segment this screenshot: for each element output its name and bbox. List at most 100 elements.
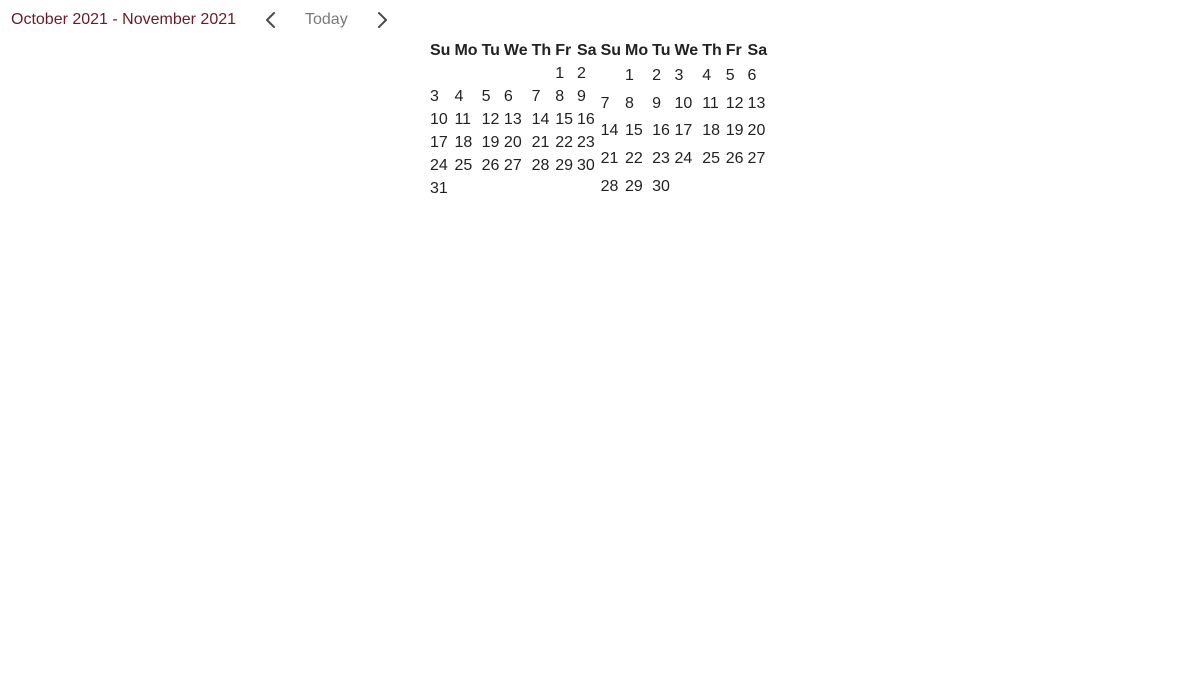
day-cell[interactable]: 9 <box>650 90 672 118</box>
week-row: 28 29 30 <box>599 172 770 200</box>
day-cell[interactable]: 27 <box>502 154 530 177</box>
day-cell[interactable]: 13 <box>746 90 770 118</box>
day-cell[interactable]: 3 <box>672 62 700 90</box>
next-button[interactable] <box>370 8 394 32</box>
weekday-label: Su <box>430 42 451 59</box>
day-cell[interactable]: 19 <box>480 131 502 154</box>
empty-day-cell <box>553 177 575 200</box>
day-cell[interactable]: 21 <box>530 131 554 154</box>
calendar-months: Su Mo Tu We Th Fr Sa 1 2 3 4 5 6 7 8 9 10 11 12 13 14 15 16 17… <box>428 39 769 200</box>
day-cell[interactable]: 29 <box>553 154 575 177</box>
day-cell[interactable]: 27 <box>746 145 770 173</box>
weekday-label: Fr <box>725 42 742 59</box>
day-cell[interactable]: 25 <box>700 145 724 173</box>
day-cell[interactable]: 13 <box>502 108 530 131</box>
day-cell[interactable]: 28 <box>599 172 623 200</box>
day-cell[interactable]: 14 <box>530 108 554 131</box>
day-cell[interactable]: 30 <box>650 172 672 200</box>
date-range-title: October 2021 - November 2021 <box>11 11 237 28</box>
day-cell[interactable]: 16 <box>650 117 672 145</box>
day-cell[interactable]: 5 <box>480 85 502 108</box>
empty-day-cell <box>428 62 452 85</box>
empty-day-cell <box>672 172 700 200</box>
week-row: 21 22 23 24 25 26 27 <box>599 145 770 173</box>
chevron-right-icon <box>378 12 387 28</box>
day-cell[interactable]: 12 <box>480 108 502 131</box>
day-cell[interactable]: 24 <box>428 154 452 177</box>
day-cell[interactable]: 4 <box>700 62 724 90</box>
weekday-label: Fr <box>555 42 572 59</box>
day-cell[interactable]: 20 <box>746 117 770 145</box>
empty-day-cell <box>502 177 530 200</box>
day-cell[interactable]: 11 <box>452 108 479 131</box>
day-cell[interactable]: 31 <box>428 177 452 200</box>
day-cell[interactable]: 15 <box>553 108 575 131</box>
day-cell[interactable]: 22 <box>623 145 650 173</box>
day-cell[interactable]: 18 <box>700 117 724 145</box>
day-cell[interactable]: 24 <box>672 145 700 173</box>
day-cell[interactable]: 23 <box>575 131 599 154</box>
day-cell[interactable]: 10 <box>672 90 700 118</box>
week-row: 24 25 26 27 28 29 30 <box>428 154 599 177</box>
week-row: 3456789 <box>428 85 599 108</box>
previous-button[interactable] <box>259 8 283 32</box>
day-cell[interactable]: 1 <box>553 62 575 85</box>
day-cell[interactable]: 4 <box>452 85 479 108</box>
weekday-label: Mo <box>454 42 478 59</box>
empty-day-cell <box>746 172 770 200</box>
day-cell[interactable]: 19 <box>724 117 746 145</box>
weekday-label: Mo <box>625 42 649 59</box>
empty-day-cell <box>530 62 554 85</box>
weekday-header-row: Su Mo Tu We Th Fr Sa <box>428 39 599 62</box>
day-cell[interactable]: 26 <box>480 154 502 177</box>
month-grid-november: Su Mo Tu We Th Fr Sa 1 2 3 4 5 6 7 8 9 10 11 12 13 14 15 16 17… <box>599 39 770 200</box>
week-row: 14 15 16 17 18 19 20 <box>599 117 770 145</box>
today-button[interactable]: Today <box>305 11 348 29</box>
empty-day-cell <box>530 177 554 200</box>
day-cell[interactable]: 6 <box>502 85 530 108</box>
day-cell[interactable]: 23 <box>650 145 672 173</box>
day-cell[interactable]: 18 <box>452 131 479 154</box>
day-cell[interactable]: 25 <box>452 154 479 177</box>
day-cell[interactable]: 12 <box>724 90 746 118</box>
day-cell[interactable]: 7 <box>599 90 623 118</box>
day-cell[interactable]: 8 <box>553 85 575 108</box>
day-cell[interactable]: 1 <box>623 62 650 90</box>
day-cell[interactable]: 9 <box>575 85 599 108</box>
empty-day-cell <box>452 62 479 85</box>
empty-day-cell <box>480 62 502 85</box>
day-cell[interactable]: 7 <box>530 85 554 108</box>
day-cell[interactable]: 8 <box>623 90 650 118</box>
day-cell[interactable]: 17 <box>428 131 452 154</box>
day-cell[interactable]: 30 <box>575 154 599 177</box>
empty-day-cell <box>480 177 502 200</box>
day-cell[interactable]: 22 <box>553 131 575 154</box>
day-cell[interactable]: 28 <box>530 154 554 177</box>
empty-day-cell <box>575 177 599 200</box>
day-cell[interactable]: 2 <box>575 62 599 85</box>
empty-day-cell <box>452 177 479 200</box>
day-cell[interactable]: 6 <box>746 62 770 90</box>
weekday-label: Su <box>600 42 622 59</box>
day-cell[interactable]: 10 <box>428 108 452 131</box>
day-cell[interactable]: 21 <box>599 145 623 173</box>
week-row: 123456 <box>599 62 770 90</box>
day-cell[interactable]: 11 <box>700 90 724 118</box>
weekday-label: We <box>674 42 699 59</box>
empty-day-cell <box>724 172 746 200</box>
weekday-label: Sa <box>747 42 768 59</box>
day-cell[interactable]: 5 <box>724 62 746 90</box>
weekday-label: Sa <box>576 42 597 59</box>
day-cell[interactable]: 3 <box>428 85 452 108</box>
day-cell[interactable]: 17 <box>672 117 700 145</box>
day-cell[interactable]: 26 <box>724 145 746 173</box>
month-grid-october: Su Mo Tu We Th Fr Sa 1 2 3 4 5 6 7 8 9 10 11 12 13 14 15 16 17… <box>428 39 599 200</box>
day-cell[interactable]: 2 <box>650 62 672 90</box>
chevron-left-icon <box>266 12 275 28</box>
day-cell[interactable]: 15 <box>623 117 650 145</box>
day-cell[interactable]: 16 <box>575 108 599 131</box>
week-row: 31 <box>428 177 599 200</box>
day-cell[interactable]: 29 <box>623 172 650 200</box>
day-cell[interactable]: 14 <box>599 117 623 145</box>
day-cell[interactable]: 20 <box>502 131 530 154</box>
